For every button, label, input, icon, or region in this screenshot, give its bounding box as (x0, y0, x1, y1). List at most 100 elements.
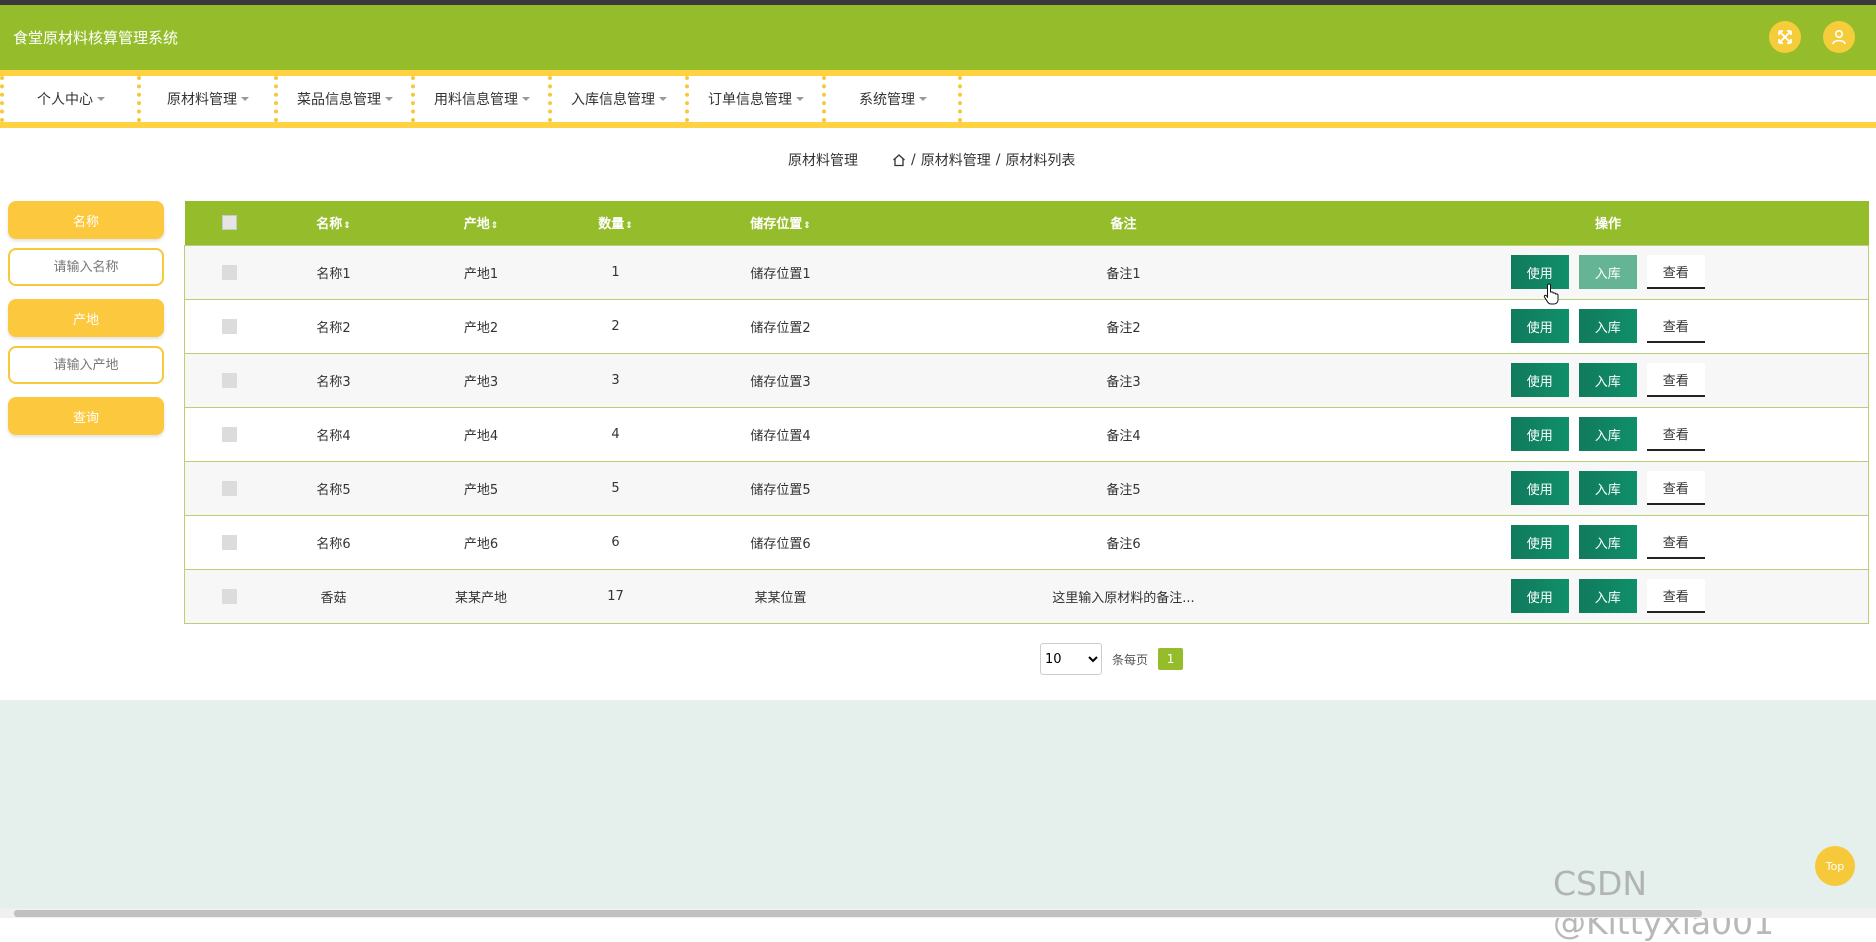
table-row: 香菇 某某产地 17 某某位置 这里输入原材料的备注... 使用 入库 查看 (184, 569, 1869, 624)
cell-location: 储存位置1 (661, 245, 900, 300)
cell-note: 备注3 (899, 353, 1348, 408)
nav-item-dish-info[interactable]: 菜品信息管理 (274, 76, 412, 122)
stock-in-button[interactable]: 入库 (1578, 579, 1637, 613)
row-checkbox[interactable] (222, 372, 238, 388)
use-button[interactable]: 使用 (1510, 471, 1569, 505)
main-nav: 个人中心 原材料管理 菜品信息管理 用料信息管理 入库信息管理 订单信息管理 系… (0, 70, 1876, 128)
stock-in-button[interactable]: 入库 (1578, 471, 1637, 505)
caret-down-icon (385, 97, 393, 101)
nav-item-usage-info[interactable]: 用料信息管理 (411, 76, 549, 122)
stock-in-button[interactable]: 入库 (1578, 309, 1637, 343)
view-button[interactable]: 查看 (1646, 309, 1705, 343)
stock-in-button[interactable]: 入库 (1578, 417, 1637, 451)
use-button[interactable]: 使用 (1510, 417, 1569, 451)
cell-name: 名称2 (274, 299, 393, 354)
row-checkbox[interactable] (222, 264, 238, 280)
app-title: 食堂原材料核算管理系统 (13, 29, 179, 47)
nav-label: 个人中心 (37, 92, 93, 108)
row-checkbox[interactable] (222, 426, 238, 442)
scrollbar-thumb[interactable] (14, 910, 1702, 917)
stock-in-button[interactable]: 入库 (1578, 525, 1637, 559)
cell-origin: 产地6 (392, 515, 570, 570)
name-search-input[interactable] (8, 248, 164, 286)
column-header-origin[interactable]: 产地⇕ (393, 201, 570, 245)
column-header-name[interactable]: 名称⇕ (275, 201, 393, 245)
fullscreen-button[interactable] (1769, 21, 1801, 53)
pointer-cursor-icon (1543, 283, 1559, 305)
app-header: 食堂原材料核算管理系统 (0, 5, 1876, 70)
sort-icon[interactable]: ⇕ (625, 221, 633, 231)
cell-qty: 3 (569, 353, 662, 408)
row-checkbox[interactable] (222, 480, 238, 496)
nav-label: 系统管理 (859, 92, 915, 108)
cell-note: 备注4 (899, 407, 1348, 462)
nav-item-order-info[interactable]: 订单信息管理 (685, 76, 823, 122)
column-header-actions: 操作 (1594, 217, 1621, 233)
sort-icon[interactable]: ⇕ (343, 221, 351, 231)
view-button[interactable]: 查看 (1646, 417, 1705, 451)
view-button[interactable]: 查看 (1646, 471, 1705, 505)
caret-down-icon (97, 97, 105, 101)
cell-name: 名称6 (274, 515, 393, 570)
row-checkbox[interactable] (222, 318, 238, 334)
cell-location: 储存位置3 (661, 353, 900, 408)
cell-location: 储存位置5 (661, 461, 900, 516)
cell-location: 储存位置2 (661, 299, 900, 354)
table-row: 名称4 产地4 4 储存位置4 备注4 使用 入库 查看 (184, 407, 1869, 462)
material-table: 名称⇕ 产地⇕ 数量⇕ 储存位置⇕ 备注 操作 名称1 产地1 1 储存位置1 … (184, 201, 1869, 624)
select-all-checkbox[interactable] (222, 215, 237, 231)
view-button[interactable]: 查看 (1646, 255, 1705, 289)
breadcrumb-item: 原材料列表 (1005, 153, 1076, 169)
name-label: 名称 (8, 201, 164, 239)
home-icon[interactable] (892, 153, 906, 167)
cell-origin: 某某产地 (392, 569, 570, 624)
use-button[interactable]: 使用 (1510, 309, 1569, 343)
page-number[interactable]: 1 (1158, 648, 1184, 670)
breadcrumb-separator: / (995, 152, 1001, 168)
use-button[interactable]: 使用 (1510, 363, 1569, 397)
breadcrumb-item[interactable]: 原材料管理 (921, 150, 991, 170)
page-size-select[interactable]: 10 (1040, 643, 1102, 675)
cell-origin: 产地3 (392, 353, 570, 408)
cell-qty: 5 (569, 461, 662, 516)
cell-note: 备注5 (899, 461, 1348, 516)
cell-origin: 产地5 (392, 461, 570, 516)
user-icon (1832, 29, 1846, 45)
cell-qty: 4 (569, 407, 662, 462)
row-checkbox[interactable] (222, 588, 238, 604)
nav-item-stock-in-info[interactable]: 入库信息管理 (548, 76, 686, 122)
column-header-qty[interactable]: 数量⇕ (570, 201, 662, 245)
view-button[interactable]: 查看 (1646, 525, 1705, 559)
use-button[interactable]: 使用 (1510, 579, 1569, 613)
column-header-location[interactable]: 储存位置⇕ (662, 201, 900, 245)
origin-label: 产地 (8, 299, 164, 337)
query-button[interactable]: 查询 (8, 397, 164, 435)
sort-icon[interactable]: ⇕ (803, 221, 811, 231)
cell-name: 名称4 (274, 407, 393, 462)
nav-item-personal-center[interactable]: 个人中心 (0, 76, 138, 122)
user-button[interactable] (1823, 21, 1855, 53)
nav-item-raw-material[interactable]: 原材料管理 (137, 76, 275, 122)
cell-location: 某某位置 (661, 569, 900, 624)
view-button[interactable]: 查看 (1646, 363, 1705, 397)
page-title: 原材料管理 (788, 153, 858, 169)
view-button[interactable]: 查看 (1646, 579, 1705, 613)
stock-in-button[interactable]: 入库 (1578, 255, 1637, 289)
nav-label: 订单信息管理 (708, 92, 792, 108)
cell-name: 名称5 (274, 461, 393, 516)
cell-qty: 1 (569, 245, 662, 300)
pagination: 10 条每页 1 (1040, 643, 1184, 675)
cell-origin: 产地4 (392, 407, 570, 462)
caret-down-icon (659, 97, 667, 101)
sort-icon[interactable]: ⇕ (491, 221, 499, 231)
horizontal-scrollbar[interactable] (0, 908, 1876, 918)
cell-qty: 17 (569, 569, 662, 624)
origin-search-input[interactable] (8, 346, 164, 384)
caret-down-icon (919, 97, 927, 101)
caret-down-icon (796, 97, 804, 101)
row-checkbox[interactable] (222, 534, 238, 550)
cell-location: 储存位置4 (661, 407, 900, 462)
stock-in-button[interactable]: 入库 (1578, 363, 1637, 397)
nav-item-system[interactable]: 系统管理 (822, 76, 960, 122)
use-button[interactable]: 使用 (1510, 525, 1569, 559)
